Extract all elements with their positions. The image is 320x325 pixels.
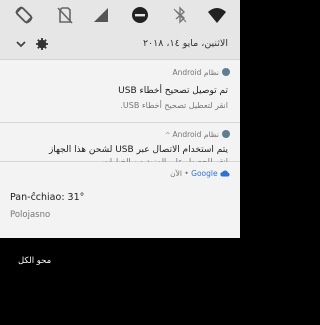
notification-header: نظام Android^ [163,130,230,139]
weather-header: الآن • Google [170,169,230,178]
notification-header: نظام Android [172,68,230,77]
weather-title: Pan-ĉchiao: 31° [10,192,85,203]
separator-dot: • [184,169,189,178]
wifi-icon[interactable] [207,5,227,25]
cellular-signal-icon[interactable] [91,5,111,25]
bluetooth-off-icon[interactable] [170,5,190,25]
weather-location: Polojasno [10,210,51,220]
expand-chevron-icon[interactable]: ^ [165,131,170,139]
android-system-icon [222,68,230,76]
notification-card-weather[interactable]: الآن • Google Pan-ĉchiao: 31° Polojasno [0,162,240,238]
date-label: الاثنين، مايو ١٤، ٢٠١٨ [142,38,228,49]
status-bar [0,0,240,30]
notification-card-usb-debugging[interactable]: نظام Android تم توصيل تصحيح أخطاء USB ان… [0,60,240,123]
notification-title: تم توصيل تصحيح أخطاء USB [118,86,228,96]
cloud-icon [220,169,230,177]
notification-app-name: نظام Android [172,130,219,139]
notification-text: انقر لتعطيل تصحيح أخطاء USB. [120,101,228,110]
notification-title: يتم استخدام الاتصال عبر USB لشحن هذا الج… [48,145,228,155]
notification-app-name: نظام Android [172,68,219,77]
android-system-icon [222,130,230,138]
do-not-disturb-icon[interactable] [130,5,150,25]
quick-settings-header: الاثنين، مايو ١٤، ٢٠١٨ [0,30,240,60]
clear-all-button[interactable]: محو الكل [18,256,51,266]
notification-card-usb-charging[interactable]: نظام Android^ يتم استخدام الاتصال عبر US… [0,123,240,166]
screen-rotation-icon[interactable] [14,5,34,25]
google-source: Google [191,169,218,178]
no-sim-icon[interactable] [55,5,75,25]
notification-time: الآن [170,169,182,178]
gear-icon[interactable] [35,37,49,51]
chevron-down-icon[interactable] [14,37,28,51]
